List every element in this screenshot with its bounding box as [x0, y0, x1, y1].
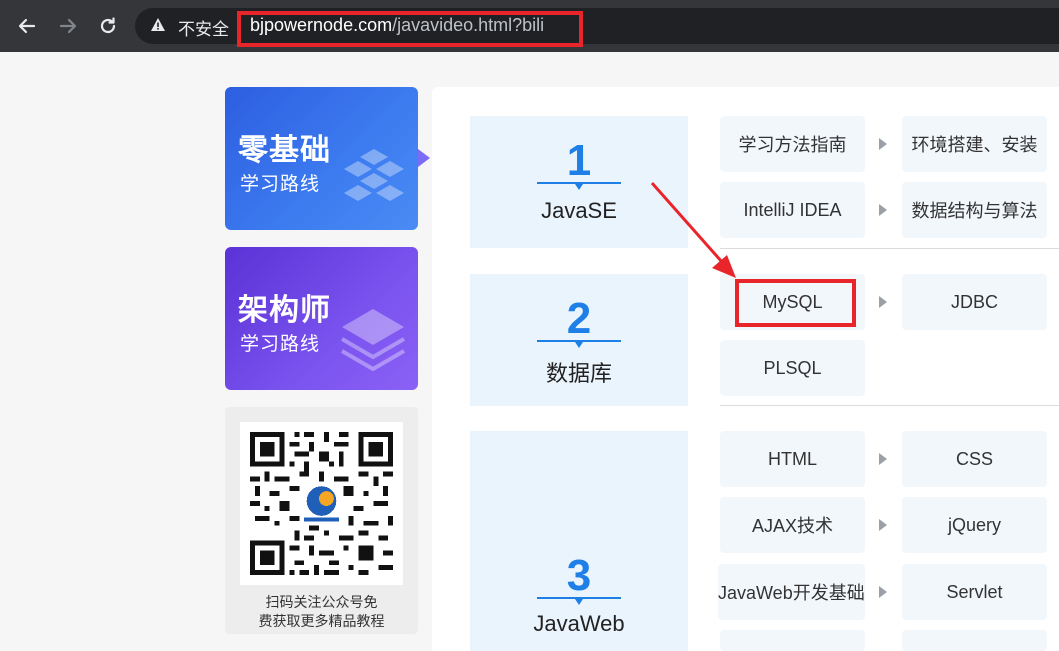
- qr-caption-line1: 扫码关注公众号免: [265, 594, 378, 610]
- topic-html[interactable]: HTML: [720, 431, 865, 487]
- section-name: JavaSE: [541, 198, 617, 223]
- topic-env-setup[interactable]: 环境搭建、安装: [902, 116, 1047, 172]
- arrow-right-icon: [59, 18, 77, 34]
- arrow-right-icon: [879, 453, 887, 465]
- security-label[interactable]: 不安全: [178, 15, 229, 40]
- section-marker: [575, 342, 583, 348]
- arrow-right-icon: [879, 586, 887, 598]
- topic-ajax[interactable]: AJAX技术: [720, 497, 865, 553]
- reload-button[interactable]: [94, 12, 122, 40]
- beginner-roadmap-card[interactable]: 零基础 学习路线: [225, 87, 418, 230]
- architect-roadmap-card[interactable]: 架构师 学习路线: [225, 247, 418, 390]
- back-button[interactable]: [13, 12, 41, 40]
- topic-jdbc[interactable]: JDBC: [902, 274, 1047, 330]
- card-title: 零基础: [238, 134, 331, 167]
- topic-data-structures[interactable]: 数据结构与算法: [902, 182, 1047, 238]
- cubes-icon: [344, 149, 404, 201]
- browser-toolbar: 不安全 bjpowernode.com/javavideo.html?bili: [0, 0, 1059, 52]
- topic-css[interactable]: CSS: [902, 431, 1047, 487]
- arrow-right-icon: [879, 296, 887, 308]
- section-number: 1: [566, 136, 592, 185]
- layers-icon: [340, 309, 406, 371]
- arrow-right-icon: [879, 519, 887, 531]
- qr-code: [240, 422, 403, 585]
- section-number: 2: [566, 294, 592, 343]
- forward-button[interactable]: [54, 12, 82, 40]
- section-name: JavaWeb: [533, 611, 625, 636]
- section-marker: [575, 599, 583, 605]
- section-marker: [575, 184, 583, 190]
- arrow-right-icon: [879, 138, 887, 150]
- section-javase[interactable]: 1 JavaSE: [470, 116, 688, 248]
- card-subtitle: 学习路线: [240, 334, 321, 355]
- topic-next[interactable]: [720, 630, 865, 651]
- section-divider: [720, 248, 1059, 249]
- topic-plsql[interactable]: PLSQL: [720, 340, 865, 396]
- topic-servlet[interactable]: Servlet: [902, 564, 1047, 620]
- active-pointer: [418, 149, 430, 167]
- topic-intellij[interactable]: IntelliJ IDEA: [720, 182, 865, 238]
- warning-icon[interactable]: [150, 17, 166, 33]
- topic-study-guide[interactable]: 学习方法指南: [720, 116, 865, 172]
- card-title: 架构师: [238, 294, 331, 327]
- topic-javaweb-basics[interactable]: JavaWeb开发基础: [718, 564, 865, 620]
- qr-code-image: [240, 422, 403, 585]
- reload-icon: [100, 17, 116, 34]
- qr-caption-line2: 费获取更多精品教程: [258, 613, 385, 629]
- topic-jquery[interactable]: jQuery: [902, 497, 1047, 553]
- section-number: 3: [566, 551, 592, 600]
- qr-card: 扫码关注公众号免 费获取更多精品教程: [225, 407, 418, 634]
- section-database[interactable]: 2 数据库: [470, 274, 688, 406]
- topic-next[interactable]: [902, 630, 1047, 651]
- section-divider: [720, 405, 1059, 406]
- section-javaweb[interactable]: 3 JavaWeb: [470, 431, 688, 651]
- mysql-highlight-box: [735, 279, 856, 327]
- card-subtitle: 学习路线: [240, 174, 321, 195]
- url-highlight-box: [237, 11, 583, 47]
- arrow-right-icon: [879, 204, 887, 216]
- section-name: 数据库: [545, 361, 612, 386]
- arrow-left-icon: [18, 18, 36, 34]
